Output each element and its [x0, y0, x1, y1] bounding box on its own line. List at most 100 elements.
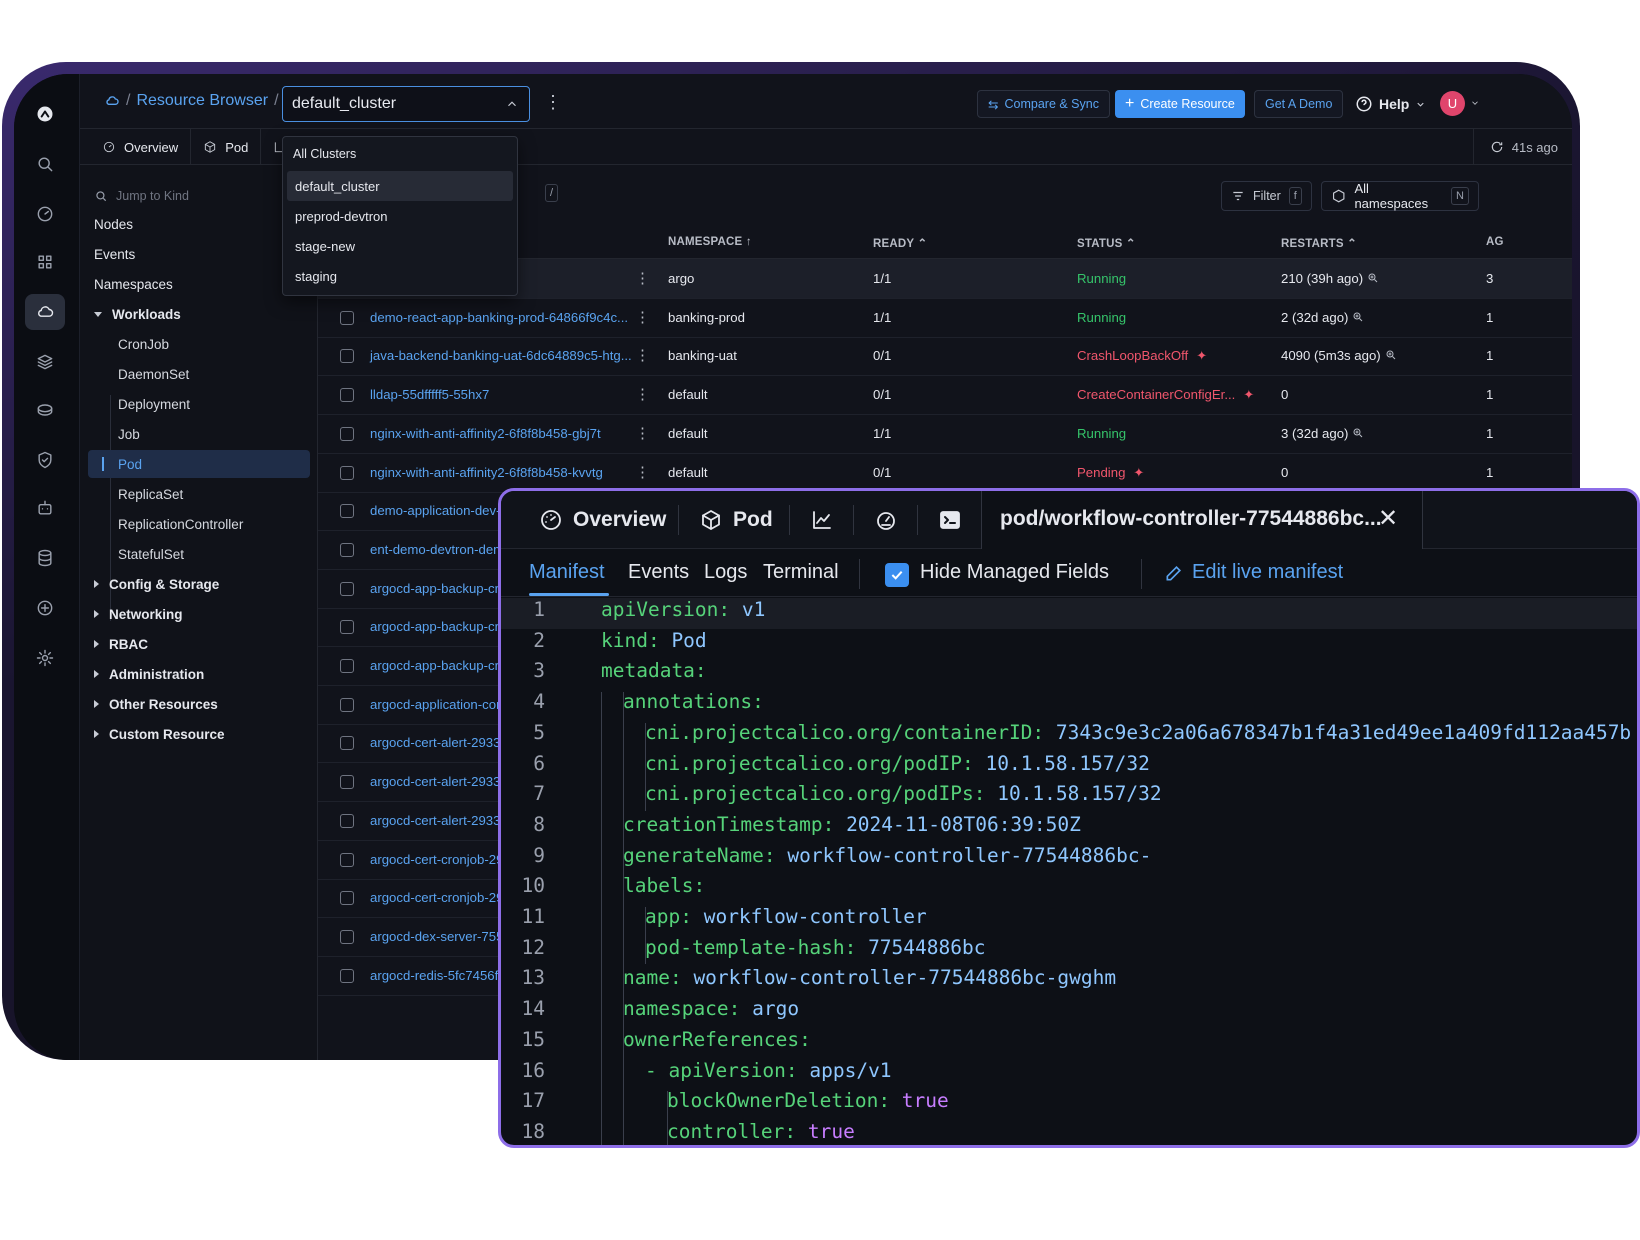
cluster-option-preprod[interactable]: preprod-devtron: [287, 201, 513, 231]
tab-pod[interactable]: Pod: [191, 129, 262, 165]
create-resource-button[interactable]: + Create Resource: [1115, 90, 1245, 118]
tab-overview[interactable]: Overview: [80, 129, 192, 165]
pod-name-link[interactable]: nginx-with-anti-affinity2-6f8f8b458-kvvt…: [370, 465, 603, 480]
hide-managed-fields-label[interactable]: Hide Managed Fields: [920, 561, 1109, 584]
row-checkbox[interactable]: [340, 697, 354, 712]
cluster-option-stage-new[interactable]: stage-new: [287, 231, 513, 261]
row-checkbox[interactable]: [340, 775, 354, 790]
pod-name-link[interactable]: lldap-55dfffff5-55hx7: [370, 387, 489, 402]
row-checkbox[interactable]: [340, 659, 354, 673]
namespace-select[interactable]: All namespaces N: [1321, 181, 1479, 211]
hide-managed-fields-checkbox[interactable]: [885, 563, 909, 587]
sidebar-group-rbac[interactable]: RBAC: [88, 630, 302, 658]
database-icon[interactable]: [25, 540, 65, 576]
more-options-icon[interactable]: ⋮: [544, 93, 562, 111]
panel-tab-metrics[interactable]: [874, 491, 898, 549]
edit-live-manifest-button[interactable]: Edit live manifest: [1164, 561, 1343, 584]
sidebar-group-other-resources[interactable]: Other Resources: [88, 690, 302, 718]
subtab-terminal[interactable]: Terminal: [763, 561, 839, 584]
table-row[interactable]: lldap-55dfffff5-55hx7 ⋮ default 0/1 CreateCo…: [318, 375, 1572, 416]
pod-name-link[interactable]: argocd-redis-5fc7456f9: [370, 968, 506, 983]
pod-name-link[interactable]: argocd-cert-alert-29337: [370, 813, 508, 828]
panel-tab-pod[interactable]: Pod: [699, 491, 773, 549]
cluster-option-staging[interactable]: staging: [287, 261, 513, 291]
pod-name-link[interactable]: argocd-cert-cronjob-29: [370, 852, 503, 867]
sidebar-group-workloads[interactable]: Workloads: [88, 300, 302, 328]
chevron-down-icon[interactable]: [1470, 98, 1480, 108]
security-shield-icon[interactable]: [25, 442, 65, 478]
ai-sparkle-icon[interactable]: ✦: [1243, 387, 1254, 402]
help-menu[interactable]: Help: [1345, 90, 1436, 118]
pod-name-link[interactable]: argocd-application-con: [370, 697, 503, 712]
zoom-in-icon[interactable]: [1367, 272, 1379, 284]
sidebar-item-nodes[interactable]: Nodes: [94, 210, 308, 238]
row-checkbox[interactable]: [340, 426, 354, 441]
search-icon[interactable]: [25, 146, 65, 182]
pod-name-link[interactable]: ent-demo-devtron-dem: [370, 542, 504, 557]
tab-pod-manifest[interactable]: pod/workflow-controller-77544886bc... ✕: [981, 491, 1423, 549]
row-checkbox[interactable]: [340, 310, 354, 325]
cluster-option-default[interactable]: default_cluster: [287, 171, 513, 201]
column-ready[interactable]: READY ⌃: [873, 236, 927, 250]
zoom-in-icon[interactable]: [1352, 311, 1364, 323]
pod-name-link[interactable]: argocd-app-backup-cro: [370, 658, 506, 673]
sidebar-item-replicationcontroller[interactable]: ReplicationController: [118, 510, 308, 538]
cloud-icon[interactable]: [104, 93, 120, 109]
column-status[interactable]: STATUS ⌃: [1077, 236, 1136, 250]
table-row[interactable]: nginx-with-anti-affinity2-6f8f8b458-gbj7…: [318, 414, 1572, 454]
overview-icon[interactable]: [25, 196, 65, 232]
pod-name-link[interactable]: argocd-app-backup-cro: [370, 581, 506, 596]
row-checkbox[interactable]: [340, 465, 354, 480]
row-menu-icon[interactable]: ⋮: [635, 346, 650, 364]
robot-icon[interactable]: [25, 490, 65, 526]
devtron-logo-icon[interactable]: [25, 96, 65, 132]
row-checkbox[interactable]: [340, 968, 354, 983]
ai-icon[interactable]: [25, 590, 65, 626]
sidebar-group-networking[interactable]: Networking: [88, 600, 302, 628]
pod-name-link[interactable]: demo-application-dev-e: [370, 503, 508, 518]
pod-name-link[interactable]: argocd-cert-cronjob-29: [370, 890, 503, 905]
stack-icon[interactable]: [25, 344, 65, 380]
row-checkbox[interactable]: [340, 542, 354, 557]
column-age[interactable]: AG: [1486, 236, 1504, 248]
apps-grid-icon[interactable]: [25, 244, 65, 280]
subtab-logs[interactable]: Logs: [704, 561, 747, 584]
table-row[interactable]: demo-react-app-banking-prod-64866f9c4c..…: [318, 298, 1572, 338]
sidebar-item-replicaset[interactable]: ReplicaSet: [118, 480, 308, 508]
row-menu-icon[interactable]: ⋮: [635, 385, 650, 403]
sidebar-item-deployment[interactable]: Deployment: [118, 390, 308, 418]
row-menu-icon[interactable]: ⋮: [635, 463, 650, 481]
sidebar-item-pod[interactable]: Pod: [88, 450, 310, 478]
row-menu-icon[interactable]: ⋮: [635, 269, 650, 287]
panel-tab-overview[interactable]: Overview: [539, 491, 666, 549]
row-checkbox[interactable]: [340, 388, 354, 403]
pod-name-link[interactable]: argocd-cert-alert-29336: [370, 774, 508, 789]
resource-browser-icon[interactable]: [25, 294, 65, 330]
row-checkbox[interactable]: [340, 504, 354, 519]
cluster-select[interactable]: default_cluster: [282, 86, 530, 122]
settings-gear-icon[interactable]: [25, 640, 65, 676]
panel-tab-terminal[interactable]: [938, 491, 962, 549]
pod-name-link[interactable]: argocd-dex-server-755c: [370, 929, 510, 944]
manifest-editor[interactable]: 1 apiVersion: v1 2 kind: Pod 3 metadata: 4 anno…: [501, 598, 1637, 1145]
pod-name-link[interactable]: java-backend-banking-uat-6dc64889c5-htg.…: [370, 348, 632, 363]
row-checkbox[interactable]: [340, 852, 354, 867]
row-checkbox[interactable]: [340, 891, 354, 906]
sidebar-group-administration[interactable]: Administration: [88, 660, 302, 688]
column-namespace[interactable]: NAMESPACE ↑: [668, 236, 752, 248]
user-avatar[interactable]: U: [1440, 91, 1465, 116]
sidebar-group-custom-resource[interactable]: Custom Resource: [88, 720, 302, 748]
get-demo-button[interactable]: Get A Demo: [1254, 90, 1344, 118]
row-checkbox[interactable]: [340, 736, 354, 751]
sidebar-item-statefulset[interactable]: StatefulSet: [118, 540, 308, 568]
close-icon[interactable]: ✕: [1378, 504, 1398, 533]
kind-search-input[interactable]: Jump to Kind: [94, 185, 274, 207]
pod-name-link[interactable]: demo-react-app-banking-prod-64866f9c4c..…: [370, 310, 628, 325]
sidebar-item-cronjob[interactable]: CronJob: [118, 330, 308, 358]
infra-icon[interactable]: [25, 392, 65, 428]
table-row[interactable]: nginx-with-anti-affinity2-6f8f8b458-kvvt…: [318, 453, 1572, 493]
sidebar-item-namespaces[interactable]: Namespaces: [94, 270, 308, 298]
row-checkbox[interactable]: [340, 349, 354, 364]
row-checkbox[interactable]: [340, 929, 354, 944]
sidebar-item-job[interactable]: Job: [118, 420, 308, 448]
